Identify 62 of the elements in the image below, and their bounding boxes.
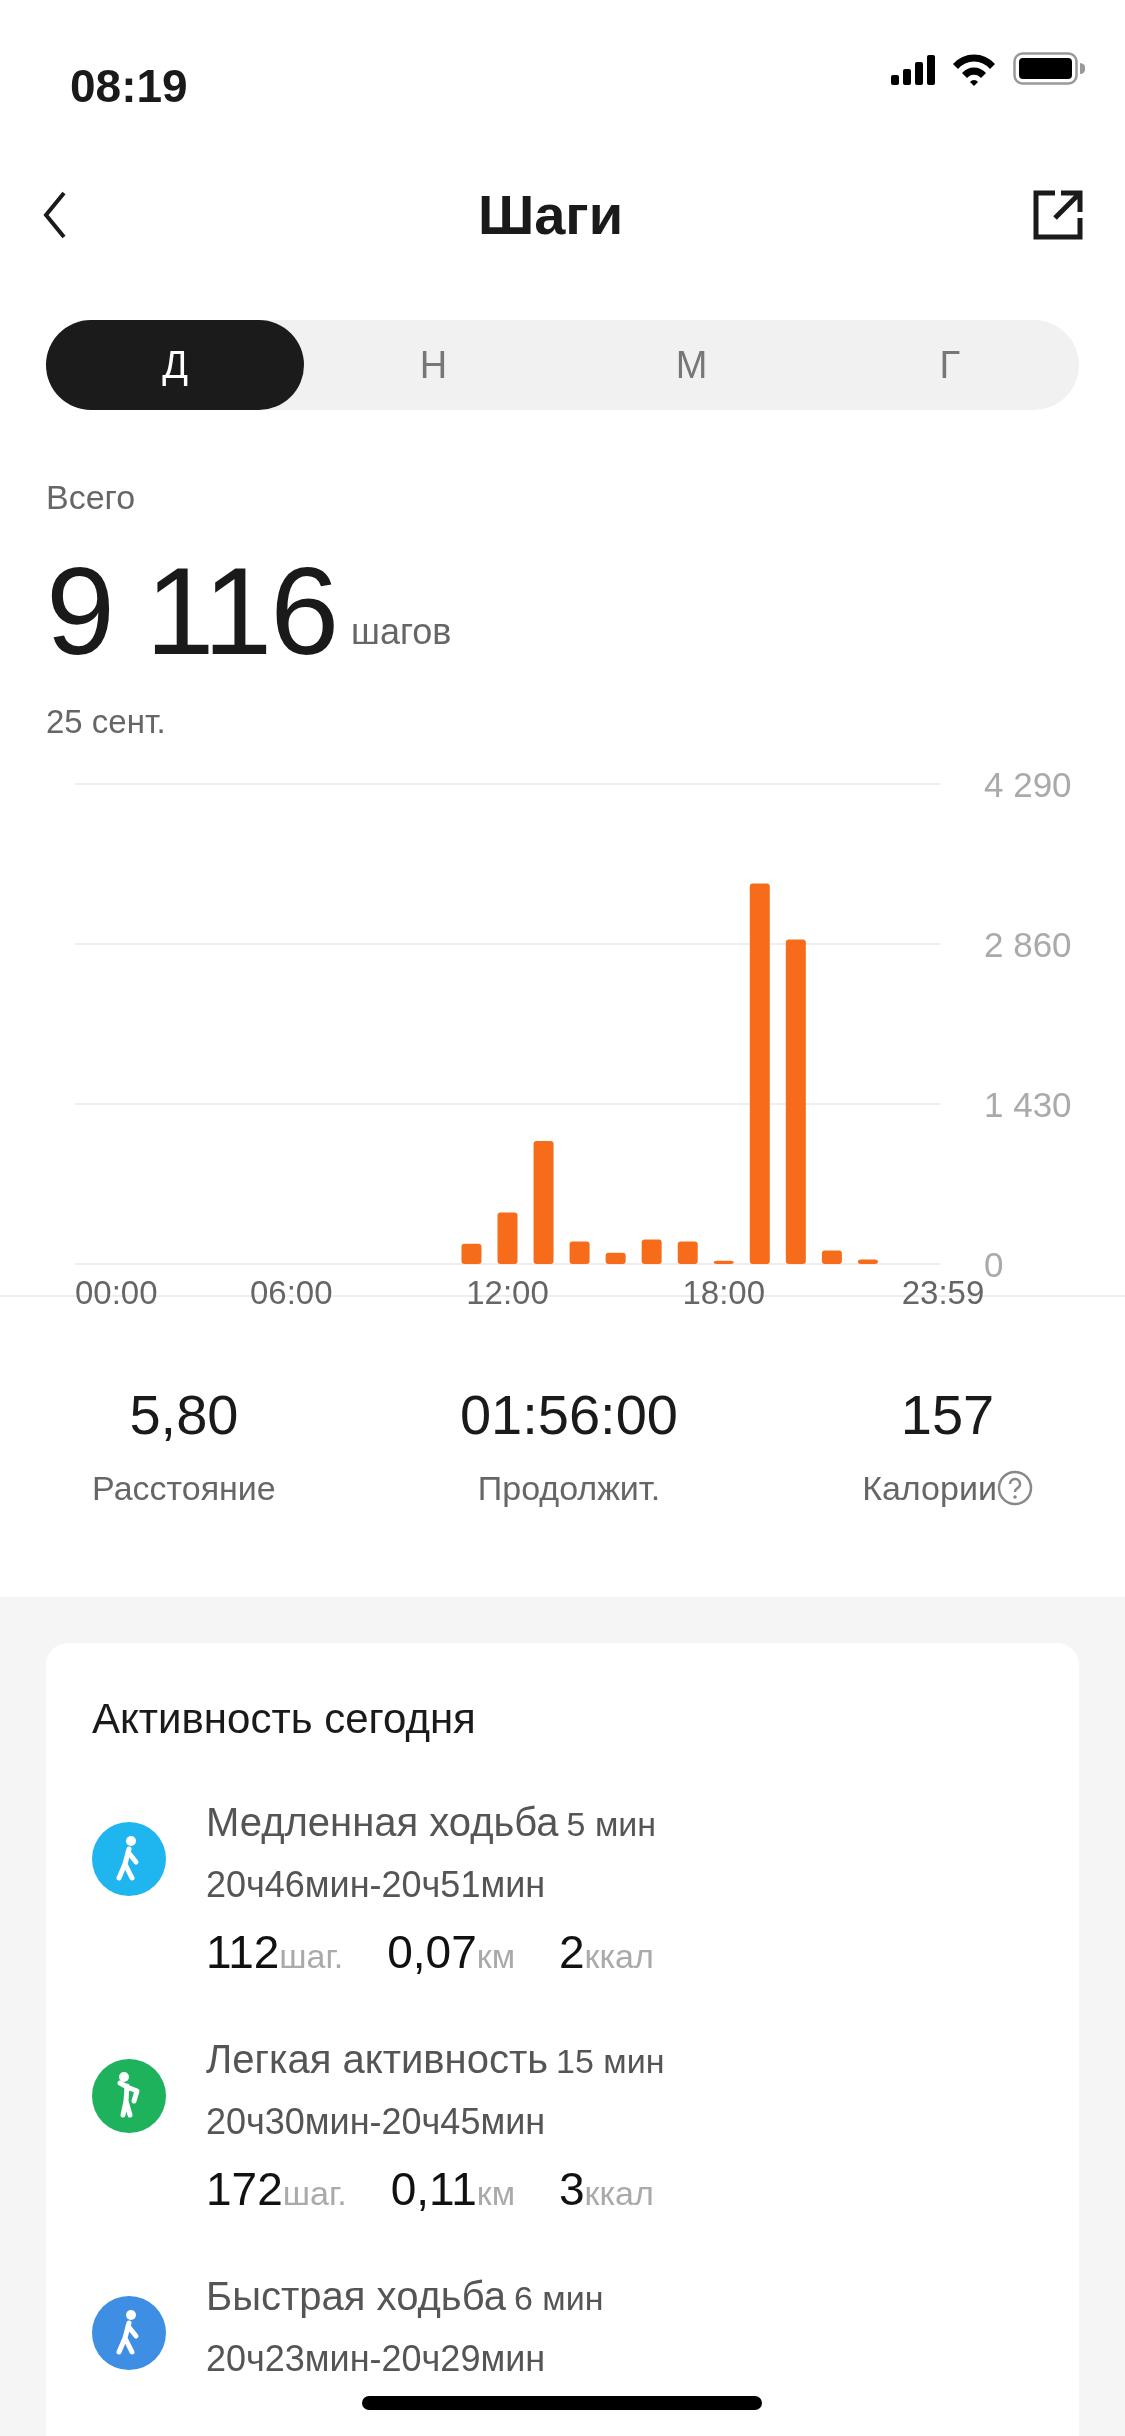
axis-label: 1 430 — [984, 1084, 1072, 1124]
steps-unit: шагов — [351, 610, 452, 654]
activity-time: 20ч30мин-20ч45мин — [206, 2099, 547, 2144]
metric-unit: шаг. — [279, 1935, 344, 1977]
activity-duration: 6 мин — [513, 2277, 604, 2319]
signal-icon — [891, 53, 935, 85]
stat-value: 5,80 — [129, 1381, 239, 1448]
chart-bar — [677, 1241, 698, 1264]
activity-duration: 15 мин — [556, 2040, 665, 2082]
axis-label: 2 860 — [984, 924, 1072, 964]
metric-value: 0,11 — [390, 2161, 477, 2217]
metric-value: 0,07 — [387, 1924, 477, 1980]
metric-unit: ккал — [584, 2172, 654, 2214]
help-icon[interactable] — [996, 1470, 1033, 1506]
activity-name: Легкая активность — [206, 2035, 549, 2083]
stat-label: Расстояние — [92, 1467, 276, 1509]
chart-bar — [605, 1252, 626, 1264]
metric-unit: ккал — [584, 1935, 654, 1977]
section-title: Активность сегодня — [92, 1693, 477, 1744]
period-tab[interactable]: Н — [304, 320, 563, 410]
axis-label: 4 290 — [984, 764, 1072, 804]
metric-value: 172 — [206, 2161, 283, 2217]
metric-unit: км — [476, 1935, 515, 1977]
activity-time: 20ч23мин-20ч29мин — [206, 2336, 547, 2381]
chart-bar — [497, 1212, 518, 1264]
activity-name: Быстрая ходьба — [206, 2272, 506, 2320]
axis-label: 06:00 — [249, 1273, 333, 1311]
status-time: 08:19 — [70, 59, 188, 114]
page-title: Шаги — [477, 182, 624, 248]
activity-time: 20ч46мин-20ч51мин — [206, 1862, 547, 1907]
axis-label: 12:00 — [466, 1273, 549, 1311]
metric-value: 2 — [559, 1924, 585, 1980]
period-tab[interactable]: Г — [820, 320, 1079, 410]
activity-duration: 5 мин — [566, 1803, 657, 1845]
metric-unit: км — [476, 2172, 515, 2214]
period-tab[interactable]: М — [562, 320, 821, 410]
chart-bar — [857, 1259, 878, 1264]
metric-value: 112 — [206, 1924, 280, 1980]
total-steps: 9 116 — [46, 549, 338, 673]
date-label: 25 сент. — [46, 702, 167, 742]
wifi-icon — [951, 52, 997, 86]
metric-unit: шаг. — [282, 2172, 347, 2214]
period-tab[interactable]: Д — [46, 320, 305, 410]
activity-name: Медленная ходьба — [206, 1798, 559, 1846]
axis-label: 18:00 — [682, 1273, 766, 1311]
chart-bar — [461, 1243, 482, 1264]
metric-value: 3 — [559, 2161, 585, 2217]
chart-bar — [569, 1241, 590, 1264]
external-link-icon — [1031, 188, 1085, 242]
total-label: Всего — [46, 477, 137, 518]
chart-bar — [713, 1260, 734, 1264]
chart-bar — [641, 1238, 662, 1264]
stat-label: Калории — [862, 1467, 997, 1509]
stat-value: 157 — [900, 1381, 995, 1448]
stat-value: 01:56:00 — [459, 1381, 678, 1448]
axis-label: 23:59 — [901, 1273, 985, 1311]
stat-label: Продолжит. — [477, 1467, 661, 1509]
battery-icon — [1013, 52, 1085, 86]
chart-bar — [821, 1250, 842, 1264]
share-button[interactable] — [1031, 188, 1085, 242]
axis-label: 00:00 — [75, 1273, 158, 1311]
axis-label: 0 — [984, 1244, 1004, 1284]
